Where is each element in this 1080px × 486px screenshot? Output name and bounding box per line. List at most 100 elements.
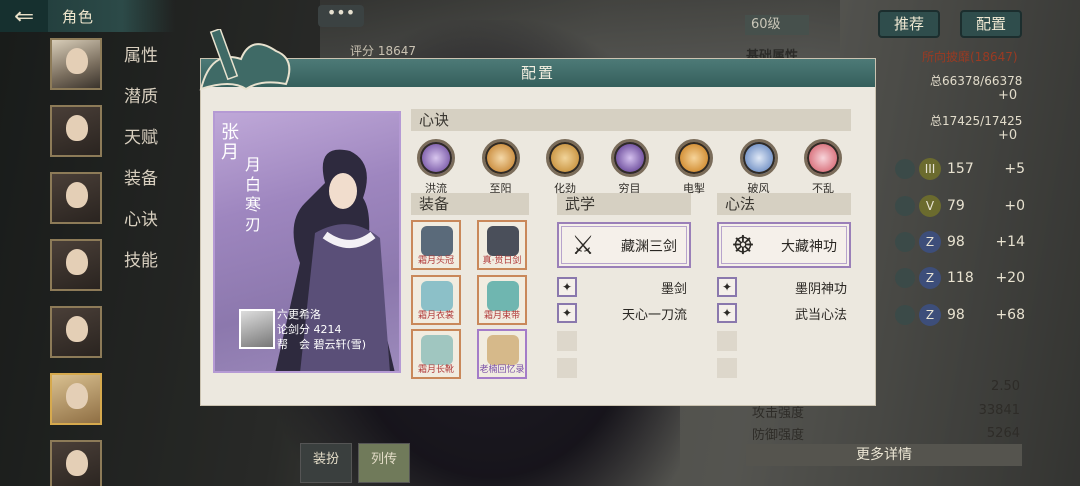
more-options-button[interactable]: ••• <box>318 5 364 27</box>
skill-icon: ✦ <box>557 277 577 297</box>
xinjue-orb-icon <box>739 139 778 177</box>
xinjue-list: 洪流 至阳 化劲 穷目 电掣 破风 不乱 <box>417 139 842 196</box>
equip-slot-body[interactable]: 霜月衣裳 <box>411 275 461 325</box>
back-button[interactable]: ⇐ <box>0 0 48 32</box>
equip-slot-belt[interactable]: 霜月束带 <box>477 275 527 325</box>
xinfa-sub-skill[interactable]: ✦ 墨阴神功 <box>717 277 851 297</box>
sword-pose-icon: ⚔ <box>571 231 595 261</box>
character-avatar[interactable] <box>50 172 102 224</box>
stat-plus: +14 <box>995 234 1025 250</box>
xinjue-item[interactable]: 至阳 <box>481 139 520 196</box>
hp-plus: +0 <box>998 88 1018 103</box>
score-label: 评分 18647 <box>350 44 416 58</box>
stat-row: III 157 +5 <box>895 157 1025 181</box>
stat-badge: III <box>919 158 941 180</box>
player-guild: 帮 会 碧云轩(雪) <box>277 337 366 352</box>
equip-slot-head[interactable]: 霜月头冠 <box>411 220 461 270</box>
tab-outfit[interactable]: 装扮 <box>300 443 352 483</box>
wuxue-sub-label: 墨剑 <box>660 282 687 297</box>
equip-label: 霜月束带 <box>483 311 520 321</box>
equip-art <box>421 226 453 256</box>
xinjue-orb-icon <box>610 139 649 177</box>
section-martial-arts: 武学 <box>557 193 691 215</box>
xinfa-empty-slot[interactable] <box>717 358 737 378</box>
wuxue-sub-label: 天心一刀流 <box>621 308 687 323</box>
wuxue-main-skill[interactable]: ⚔ 藏渊三剑 <box>557 222 691 268</box>
stat-plus: +68 <box>995 307 1025 323</box>
stat-plus: +20 <box>995 270 1025 286</box>
nav-item-equipment[interactable]: 装备 <box>124 167 164 208</box>
nav-item-talent[interactable]: 天赋 <box>124 126 164 167</box>
top-bar: ⇐ 角色 <box>0 0 175 32</box>
equip-art <box>421 335 453 365</box>
character-avatar[interactable] <box>50 105 102 157</box>
xinjue-item[interactable]: 化劲 <box>546 139 584 196</box>
xinfa-sub-skill[interactable]: ✦ 武当心法 <box>717 303 851 323</box>
wuxue-empty-slot[interactable] <box>557 331 577 351</box>
stat-icon <box>895 305 915 325</box>
stat-value: 157 <box>947 161 974 177</box>
more-details-button[interactable]: 更多详情 <box>746 444 1022 466</box>
equip-label: 老楠回忆录 <box>479 365 525 375</box>
guild-name: 碧云轩(雪) <box>313 338 367 351</box>
stat-badge: V <box>919 195 941 217</box>
xinjue-item[interactable]: 穷目 <box>610 139 649 196</box>
equip-art <box>487 335 519 365</box>
nav-item-skills[interactable]: 技能 <box>124 249 164 290</box>
tab-biography[interactable]: 列传 <box>358 443 410 483</box>
xinjue-item[interactable]: 电掣 <box>675 139 713 196</box>
xinjue-item[interactable]: 破风 <box>739 139 778 196</box>
nav-item-potential[interactable]: 潜质 <box>124 85 164 126</box>
stat-badge: Z <box>919 267 941 289</box>
equip-label: 霜月长靴 <box>417 365 454 375</box>
character-avatar-selected[interactable] <box>50 373 102 425</box>
stat-badge: Z <box>919 304 941 326</box>
stat-value: 98 <box>947 234 965 250</box>
equip-label: 真·贯日剑 <box>482 256 522 266</box>
stat-icon <box>895 232 915 252</box>
stat-row: Z 98 +68 <box>895 303 1025 327</box>
stat-extra-value: 2.50 <box>991 379 1020 394</box>
player-name: 六更希洛 <box>277 308 321 321</box>
xinfa-main-skill[interactable]: ☸ 大藏神功 <box>717 222 851 268</box>
stat-value: 79 <box>947 198 965 214</box>
equip-art <box>487 226 519 256</box>
skill-icon: ✦ <box>557 303 577 323</box>
nav-item-xinjue[interactable]: 心诀 <box>124 208 164 249</box>
equip-slot-weapon[interactable]: 真·贯日剑 <box>477 220 527 270</box>
character-avatar[interactable] <box>50 38 102 90</box>
xinjue-orb-icon <box>546 139 584 177</box>
stat-extra-label: 防御强度 <box>752 428 805 443</box>
stat-plus: +5 <box>1004 161 1025 177</box>
character-card: 张月 月白寒刃 六更希洛 论剑分 4214 帮 会 碧云轩(雪) <box>213 111 401 373</box>
stat-value: 118 <box>947 270 974 286</box>
character-name: 张月 <box>221 122 239 163</box>
character-list <box>50 38 105 486</box>
section-xinjue: 心诀 <box>411 109 851 131</box>
bottom-tabs: 装扮 列传 <box>300 443 410 483</box>
section-equipment: 装备 <box>411 193 529 215</box>
cloud-ornament-icon <box>199 29 291 91</box>
mp-plus: +0 <box>998 128 1018 143</box>
equip-slot-boots[interactable]: 霜月长靴 <box>411 329 461 379</box>
equip-slot-book[interactable]: 老楠回忆录 <box>477 329 527 379</box>
wuxue-sub-skill[interactable]: ✦ 天心一刀流 <box>557 303 691 323</box>
stat-row: Z 118 +20 <box>895 266 1025 290</box>
xinjue-item[interactable]: 洪流 <box>417 139 455 196</box>
equip-art <box>421 281 453 311</box>
skill-icon: ✦ <box>717 277 737 297</box>
wuxue-sub-skill[interactable]: ✦ 墨剑 <box>557 277 691 297</box>
character-avatar[interactable] <box>50 440 102 486</box>
character-avatar[interactable] <box>50 239 102 291</box>
xinfa-main-label: 大藏神功 <box>781 239 837 255</box>
wuxue-empty-slot[interactable] <box>557 358 577 378</box>
xinjue-orb-icon <box>481 139 520 177</box>
recommend-button[interactable]: 推荐 <box>878 10 940 38</box>
xinjue-item[interactable]: 不乱 <box>804 139 842 196</box>
character-avatar[interactable] <box>50 306 102 358</box>
stat-row: V 79 +0 <box>895 194 1025 218</box>
xinfa-empty-slot[interactable] <box>717 331 737 351</box>
config-button[interactable]: 配置 <box>960 10 1022 38</box>
nav-item-attributes[interactable]: 属性 <box>124 44 164 85</box>
source-label: 所向披靡(18647) <box>922 50 1018 64</box>
